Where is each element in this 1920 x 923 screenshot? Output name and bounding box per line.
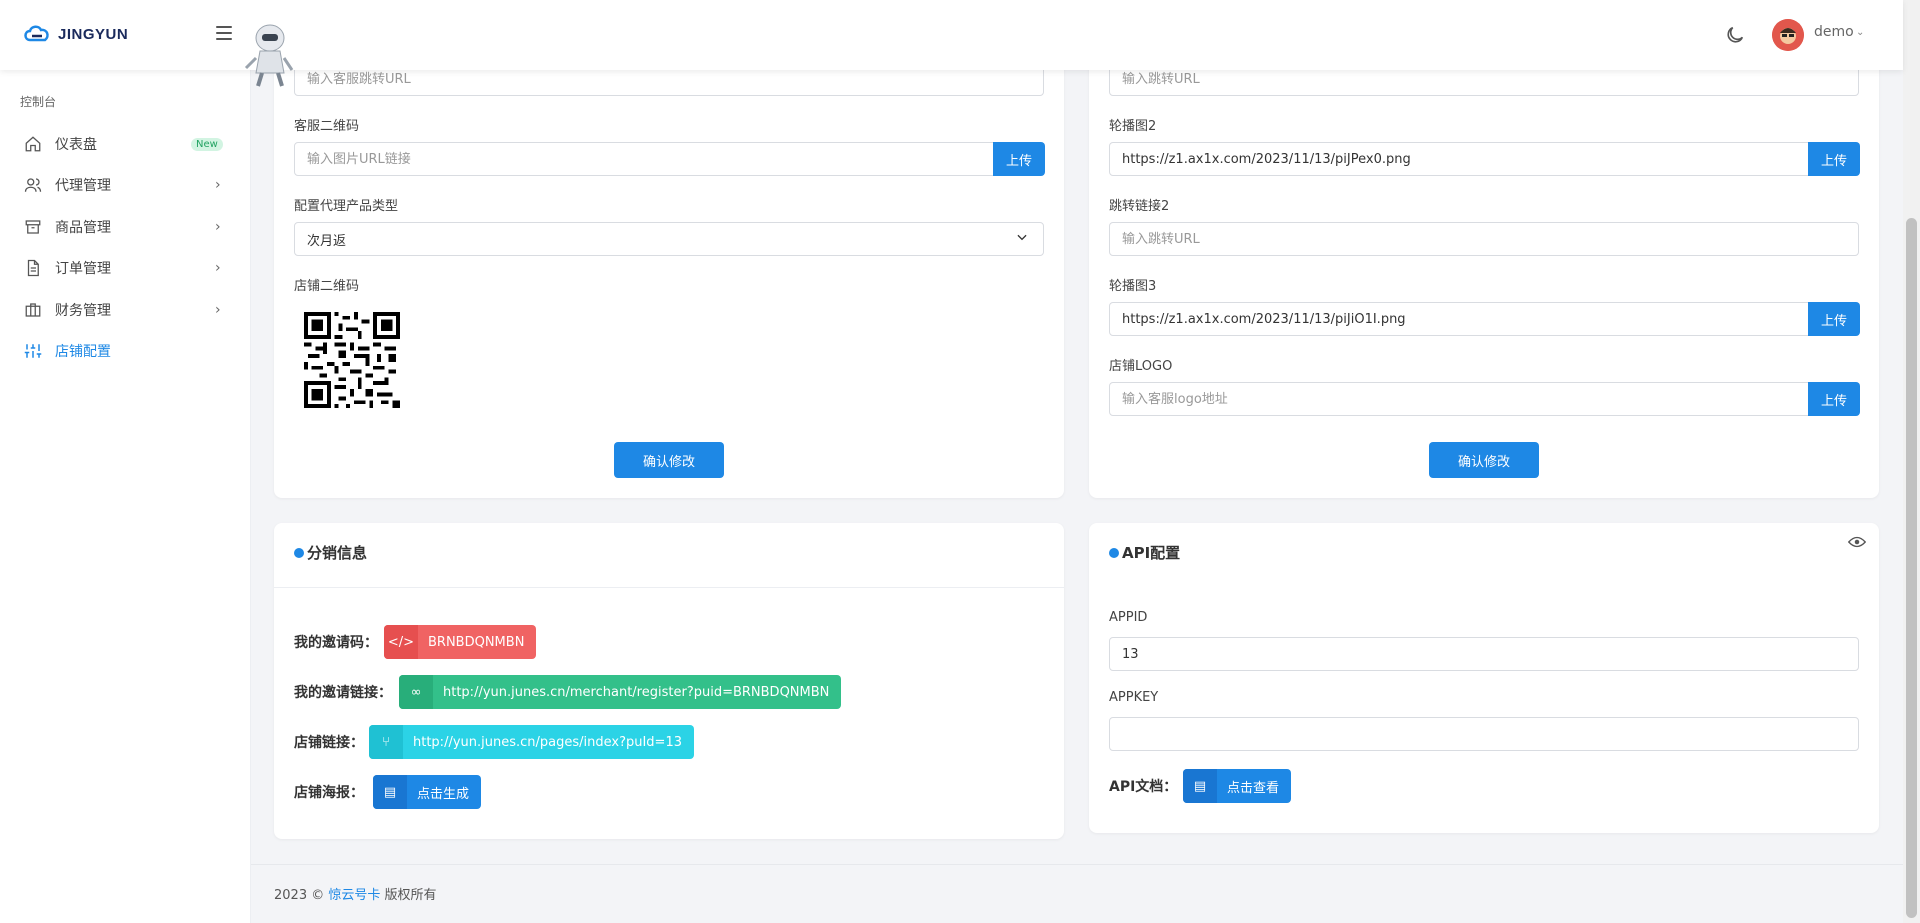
- confirm-button-right[interactable]: 确认修改: [1429, 442, 1539, 478]
- appid-label: APPID: [1109, 610, 1148, 625]
- box-icon: [25, 220, 41, 234]
- qrcode-url-input[interactable]: [294, 142, 994, 176]
- appkey-label: APPKEY: [1109, 690, 1159, 705]
- api-config-title: API配置: [1109, 542, 1180, 563]
- invite-code-badge[interactable]: </> BRNBDQNMBN: [384, 625, 537, 659]
- shop-link-label: 店铺链接：: [294, 735, 364, 751]
- sidebar-caption: 控制台: [20, 95, 57, 109]
- product-type-select[interactable]: 次月返: [294, 222, 1044, 256]
- chevron-down-icon: [1017, 234, 1027, 241]
- sidebar-item-label: 仪表盘: [55, 137, 97, 153]
- carousel2-label: 轮播图2: [1109, 119, 1157, 134]
- footer-year: 2023 ©: [274, 888, 325, 903]
- sidebar-item-label: 代理管理: [55, 178, 111, 194]
- link-icon: ∞: [399, 675, 433, 709]
- sliders-icon: [24, 344, 42, 358]
- sidebar-item-dashboard[interactable]: 仪表盘 New: [0, 124, 250, 164]
- sidebar-item-products[interactable]: 商品管理 ›: [0, 207, 250, 247]
- sidebar-item-shop-config[interactable]: 店铺配置: [0, 331, 250, 371]
- confirm-button-left[interactable]: 确认修改: [614, 442, 724, 478]
- shop-qr-code-image: [304, 312, 400, 408]
- brand-name: JINGYUN: [58, 25, 129, 43]
- footer-divider: [251, 864, 1903, 865]
- footer-brand-link[interactable]: 惊云号卡: [328, 888, 380, 903]
- appid-input[interactable]: [1109, 637, 1859, 671]
- distribution-card: 分销信息 我的邀请码： </> BRNBDQNMBN 我的邀请链接： ∞ htt…: [274, 523, 1064, 839]
- info-dot-icon: [294, 547, 304, 558]
- product-type-label: 配置代理产品类型: [294, 199, 399, 214]
- scrollbar-thumb[interactable]: [1906, 218, 1917, 918]
- shop-qr-label: 店铺二维码: [294, 279, 360, 294]
- branch-icon: ⑂: [369, 725, 403, 759]
- sidebar-item-agents[interactable]: 代理管理 ›: [0, 165, 250, 205]
- generate-poster-button[interactable]: ▤ 点击生成: [373, 775, 482, 809]
- api-config-card: API配置 APPID APPKEY API文档： ▤ 点击查看: [1089, 523, 1879, 833]
- brand-logo[interactable]: JINGYUN: [22, 24, 128, 44]
- sidebar-item-label: 店铺配置: [55, 344, 111, 360]
- briefcase-icon: [25, 303, 41, 317]
- chevron-right-icon: ›: [215, 177, 221, 193]
- file-icon: ▤: [1183, 769, 1217, 803]
- footer-suffix: 版权所有: [384, 888, 437, 903]
- logo-upload-button[interactable]: 上传: [1808, 382, 1860, 416]
- cloud-logo-icon: [24, 25, 49, 42]
- appkey-input[interactable]: [1109, 717, 1859, 751]
- carousel3-label: 轮播图3: [1109, 279, 1157, 294]
- chevron-right-icon: ›: [215, 302, 221, 318]
- sidebar-item-label: 商品管理: [55, 220, 111, 236]
- carousel3-input[interactable]: [1109, 302, 1809, 336]
- shop-config-card-left: 客服二维码 上传 配置代理产品类型 次月返 店铺二维码 确认修改: [274, 40, 1064, 498]
- poster-label: 店铺海报：: [294, 785, 364, 801]
- qrcode-label: 客服二维码: [294, 119, 360, 134]
- chevron-right-icon: ›: [215, 260, 221, 276]
- link2-label: 跳转链接2: [1109, 199, 1170, 214]
- chevron-right-icon: ›: [215, 219, 221, 235]
- card-divider: [274, 587, 1064, 588]
- username[interactable]: demo: [1814, 24, 1854, 40]
- sidebar-item-label: 财务管理: [55, 303, 111, 319]
- invite-link-badge[interactable]: ∞ http://yun.junes.cn/merchant/register?…: [399, 675, 842, 709]
- menu-toggle-icon[interactable]: [216, 26, 232, 40]
- sidebar: 控制台 仪表盘 New 代理管理 › 商品管理 › 订单管理 › 财务管理 › …: [0, 70, 251, 923]
- home-icon: [25, 136, 41, 152]
- logo-input[interactable]: [1109, 382, 1809, 416]
- view-api-doc-button[interactable]: ▤ 点击查看: [1183, 769, 1292, 803]
- sidebar-item-finance[interactable]: 财务管理 ›: [0, 290, 250, 330]
- distribution-title: 分销信息: [294, 542, 367, 563]
- api-doc-label: API文档：: [1109, 779, 1178, 795]
- carousel2-input[interactable]: [1109, 142, 1809, 176]
- top-header: JINGYUN demo ⌄: [0, 0, 1903, 87]
- sidebar-item-orders[interactable]: 订单管理 ›: [0, 248, 250, 288]
- user-avatar[interactable]: [1772, 19, 1804, 51]
- code-icon: </>: [384, 625, 418, 659]
- product-type-value: 次月返: [307, 233, 347, 249]
- logo-label: 店铺LOGO: [1109, 359, 1173, 374]
- footer: 2023 © 惊云号卡 版权所有: [274, 884, 437, 903]
- invite-code-label: 我的邀请码：: [294, 635, 378, 651]
- invite-link-label: 我的邀请链接：: [294, 685, 392, 701]
- robot-mascot-image: [244, 24, 294, 87]
- eye-icon[interactable]: [1848, 535, 1866, 549]
- document-icon: [27, 259, 39, 277]
- info-dot-icon: [1109, 547, 1119, 558]
- shop-link-badge[interactable]: ⑂ http://yun.junes.cn/pages/index?puId=1…: [369, 725, 694, 759]
- carousel3-upload-button[interactable]: 上传: [1808, 302, 1860, 336]
- shop-config-card-right: 轮播图2 上传 跳转链接2 轮播图3 上传 店铺LOGO 上传 确认修改: [1089, 40, 1879, 498]
- dark-mode-icon[interactable]: [1724, 24, 1746, 46]
- new-badge: New: [191, 137, 223, 151]
- file-icon: ▤: [373, 775, 407, 809]
- qrcode-upload-button[interactable]: 上传: [993, 142, 1045, 176]
- link2-input[interactable]: [1109, 222, 1859, 256]
- chevron-down-icon[interactable]: ⌄: [1856, 27, 1864, 38]
- users-icon: [24, 178, 42, 192]
- carousel2-upload-button[interactable]: 上传: [1808, 142, 1860, 176]
- sidebar-item-label: 订单管理: [55, 261, 111, 277]
